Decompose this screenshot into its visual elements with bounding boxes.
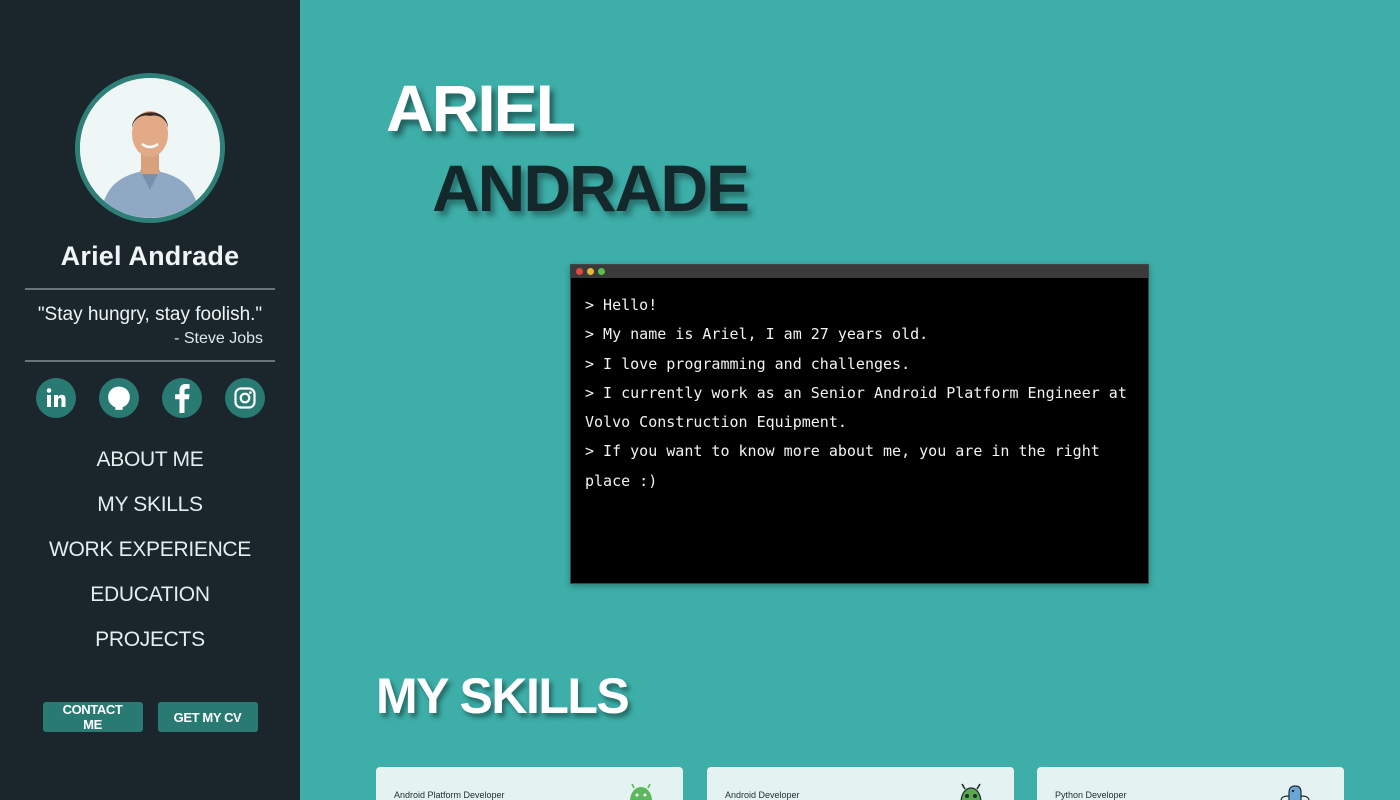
android-robot-icon [960, 783, 982, 800]
skills-section-title: MY SKILLS [376, 668, 630, 724]
nav-education[interactable]: EDUCATION [90, 583, 210, 628]
android-icon [630, 783, 652, 800]
skill-card-label: Android Platform Developer [394, 790, 505, 800]
skill-card[interactable]: Android Developer [707, 767, 1014, 800]
divider [25, 288, 275, 290]
facebook-icon[interactable] [161, 378, 202, 418]
minimize-dot-icon [587, 268, 594, 275]
sidebar: Ariel Andrade "Stay hungry, stay foolish… [0, 0, 300, 800]
skill-card-label: Python Developer [1055, 790, 1127, 800]
linkedin-icon[interactable] [35, 378, 76, 418]
skill-card[interactable]: Python Developer [1037, 767, 1344, 800]
nav-about-me[interactable]: ABOUT ME [97, 448, 204, 493]
terminal-line: > If you want to know more about me, you… [585, 442, 1100, 490]
terminal-titlebar [571, 265, 1148, 278]
python-icon [1280, 785, 1310, 800]
terminal-line: > Hello! [585, 296, 658, 314]
contact-me-button[interactable]: CONTACT ME [42, 702, 143, 732]
profile-name: Ariel Andrade [60, 241, 240, 271]
skill-card[interactable]: Android Platform Developer [376, 767, 683, 800]
terminal-line: > My name is Ariel, I am 27 years old. [585, 325, 929, 344]
terminal-line: > I currently work as an Senior Android … [585, 383, 1127, 432]
hero-first-name: ARIEL [386, 71, 576, 145]
quote: "Stay hungry, stay foolish." - Steve Job… [25, 290, 275, 360]
nav-my-skills[interactable]: MY SKILLS [97, 493, 203, 538]
side-nav: ABOUT ME MY SKILLS WORK EXPERIENCE EDUCA… [49, 448, 251, 673]
sidebar-actions: CONTACT ME GET MY CV [42, 702, 258, 732]
github-icon[interactable] [98, 378, 139, 418]
profile-photo [80, 78, 220, 218]
terminal-window: > Hello! > My name is Ariel, I am 27 yea… [570, 264, 1149, 584]
terminal-body: > Hello! > My name is Ariel, I am 27 yea… [571, 278, 1148, 509]
hero-last-name: ANDRADE [432, 151, 750, 225]
instagram-icon[interactable] [224, 378, 265, 418]
social-links [35, 378, 265, 418]
nav-work-experience[interactable]: WORK EXPERIENCE [49, 538, 251, 583]
quote-author: - Steve Jobs [174, 330, 263, 347]
get-cv-button[interactable]: GET MY CV [157, 702, 258, 732]
terminal-line: > I love programming and challenges. [585, 354, 911, 373]
avatar [75, 73, 225, 223]
nav-projects[interactable]: PROJECTS [95, 628, 205, 673]
skill-card-label: Android Developer [725, 790, 800, 800]
divider [25, 360, 275, 362]
close-dot-icon [576, 268, 583, 275]
quote-text: "Stay hungry, stay foolish." [37, 304, 263, 325]
maximize-dot-icon [598, 268, 605, 275]
